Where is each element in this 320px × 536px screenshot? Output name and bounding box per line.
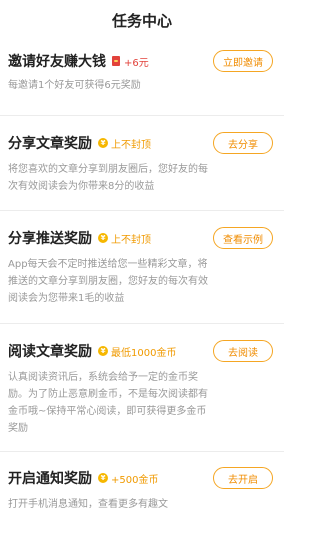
task-title: 开启通知奖励 [8,471,92,487]
task-invite-friends: 邀请好友赚大钱 +6元 立即邀请 每邀请1个好友可获得6元奖励 [0,40,284,116]
reward-text: 最低1000金币 [111,347,177,359]
gold-coin-icon: ¥ [98,346,108,356]
task-reward: +6元 [112,54,149,69]
gold-coin-icon: ¥ [98,473,108,483]
task-share-article: 分享文章奖励 ¥ 上不封顶 去分享 将您喜欢的文章分享到朋友圈后，您好友的每次有… [0,116,284,211]
reward-text: 上不封顶 [111,234,151,246]
reward-text: 上不封顶 [111,139,151,151]
gold-coin-icon: ¥ [98,233,108,243]
task-description: 认真阅读资讯后，系统会给予一定的金币奖励。为了防止恶意刷金币，不是每次阅读都有金… [8,372,208,434]
task-center-page: 任务中心 邀请好友赚大钱 +6元 立即邀请 每邀请1个好友可获得6元奖励 分享文… [0,0,284,510]
go-read-button[interactable]: 去阅读 [213,340,273,362]
task-description: App每天会不定时推送给您一些精彩文章，将推送的文章分享到朋友圈，您好友的每次有… [8,259,208,304]
task-reward: ¥ 上不封顶 [98,136,151,151]
task-description: 打开手机消息通知，查看更多有趣文 [8,499,168,510]
task-title: 阅读文章奖励 [8,344,92,360]
go-share-button[interactable]: 去分享 [213,132,273,154]
gold-coin-icon: ¥ [98,138,108,148]
task-description: 将您喜欢的文章分享到朋友圈后，您好友的每次有效阅读会为你带来8分的收益 [8,164,208,192]
task-read-article: 阅读文章奖励 ¥ 最低1000金币 去阅读 认真阅读资讯后，系统会给予一定的金币… [0,324,284,452]
task-title: 邀请好友赚大钱 [8,54,106,70]
invite-now-button[interactable]: 立即邀请 [213,50,273,72]
task-enable-notifications: 开启通知奖励 ¥ +500金币 去开启 打开手机消息通知，查看更多有趣文 [0,452,284,536]
reward-text: +6元 [124,57,149,69]
task-title: 分享推送奖励 [8,231,92,247]
reward-text: +500金币 [111,474,159,486]
go-enable-button[interactable]: 去开启 [213,467,273,489]
task-reward: ¥ 上不封顶 [98,231,151,246]
task-share-push: 分享推送奖励 ¥ 上不封顶 查看示例 App每天会不定时推送给您一些精彩文章，将… [0,211,284,324]
task-reward: ¥ 最低1000金币 [98,344,176,359]
page-title: 任务中心 [111,11,172,30]
task-title: 分享文章奖励 [8,136,92,152]
view-example-button[interactable]: 查看示例 [213,227,273,249]
task-description: 每邀请1个好友可获得6元奖励 [8,80,141,91]
header: 任务中心 [0,0,284,40]
red-envelope-icon [112,56,120,66]
task-reward: ¥ +500金币 [98,471,158,486]
